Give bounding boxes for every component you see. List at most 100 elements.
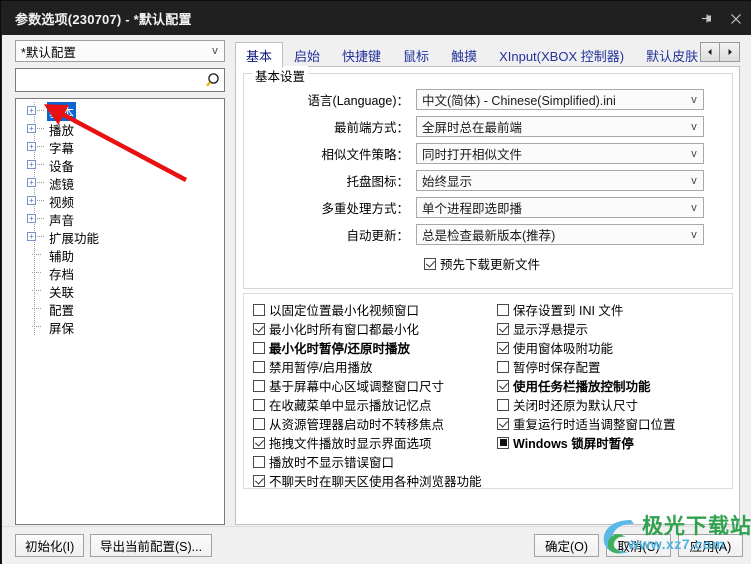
checkbox-right-1[interactable]: 显示浮悬提示: [497, 319, 588, 338]
checkbox-left-7[interactable]: 拖拽文件播放时显示界面选项: [253, 433, 432, 452]
checkbox-label: 不聊天时在聊天区使用各种浏览器功能: [269, 475, 482, 489]
checkbox-right-0[interactable]: 保存设置到 INI 文件: [497, 300, 623, 319]
tree-item-3[interactable]: + 设备: [16, 156, 224, 174]
checkbox-label: 从资源管理器启动时不转移焦点: [269, 418, 445, 432]
form-row-combobox-value: 单个进程即选即播: [422, 202, 523, 216]
tree-item-9[interactable]: 存档: [16, 264, 224, 282]
title-bar: 参数选项(230707) - *默认配置: [2, 2, 751, 35]
form-row-combobox[interactable]: 总是检查最新版本(推荐) v: [416, 224, 704, 245]
client-area: *默认配置 v + 基本 + 播放 + 字幕 + 设备 + 滤镜 + 视频 + 声音 + 扩展功能 辅助 存档 关联…: [2, 35, 751, 564]
tree-item-5[interactable]: + 视频: [16, 192, 224, 210]
tree-expand-plus-icon[interactable]: +: [27, 124, 36, 133]
tab-scroll-right-button[interactable]: [720, 43, 739, 61]
checkbox-right-3[interactable]: 暂停时保存配置: [497, 357, 601, 376]
checkbox-left-4[interactable]: 基于屏幕中心区域调整窗口尺寸: [253, 376, 444, 395]
tree-item-2[interactable]: + 字幕: [16, 138, 224, 156]
export-config-button[interactable]: 导出当前配置(S)...: [90, 534, 213, 557]
init-button[interactable]: 初始化(I): [15, 534, 85, 557]
checkbox-left-3[interactable]: 禁用暂停/启用播放: [253, 357, 372, 376]
checkbox-label: 以固定位置最小化视频窗口: [269, 304, 420, 318]
right-pane: 基本启始快捷键鼠标触摸XInput(XBOX 控制器)默认皮肤进 基本设置 语言…: [235, 40, 740, 525]
form-row-combobox[interactable]: 同时打开相似文件 v: [416, 143, 704, 164]
checkbox-left-9[interactable]: 不聊天时在聊天区使用各种浏览器功能: [253, 471, 482, 490]
checkbox-prefetch-update[interactable]: 预先下载更新文件: [424, 254, 540, 273]
checkbox-label: 保存设置到 INI 文件: [513, 304, 624, 318]
checkbox-label: 最小化时暂停/还原时播放: [269, 342, 410, 356]
tree-expand-plus-icon[interactable]: +: [27, 106, 36, 115]
checkbox-box: [253, 417, 265, 430]
tab-4[interactable]: 触摸: [440, 43, 488, 67]
tree-expand-plus-icon[interactable]: +: [27, 196, 36, 205]
tree-item-4[interactable]: + 滤镜: [16, 174, 224, 192]
tree-dash-line: [32, 272, 41, 273]
tab-5[interactable]: XInput(XBOX 控制器): [488, 43, 635, 67]
form-row-combobox[interactable]: 中文(简体) - Chinese(Simplified).ini v: [416, 89, 704, 110]
tab-3[interactable]: 鼠标: [392, 43, 440, 67]
tree-expand-plus-icon[interactable]: +: [27, 142, 36, 151]
options-checkbox-panel: 以固定位置最小化视频窗口 最小化时所有窗口都最小化最小化时暂停/还原时播放 禁用暂停…: [243, 293, 733, 489]
tree-item-label: 配置: [49, 303, 75, 318]
form-row-1: 最前端方式： 全屏时总在最前端 v: [244, 115, 732, 138]
chevron-down-icon: v: [691, 201, 697, 214]
checkbox-right-2[interactable]: 使用窗体吸附功能: [497, 338, 613, 357]
tree-connector-line: [34, 282, 35, 300]
form-row-combobox[interactable]: 单个进程即选即播 v: [416, 197, 704, 218]
profile-combobox[interactable]: *默认配置 v: [15, 40, 225, 62]
tab-2[interactable]: 快捷键: [331, 43, 392, 67]
checkbox-box: [253, 341, 265, 354]
tree-item-7[interactable]: + 扩展功能: [16, 228, 224, 246]
tree-item-0[interactable]: + 基本: [16, 101, 224, 121]
checkbox-left-1[interactable]: 最小化时所有窗口都最小化: [253, 319, 419, 338]
checkbox-label: 暂停时保存配置: [513, 361, 601, 375]
checkbox-label: Windows 锁屏时暂停: [513, 437, 634, 451]
form-row-combobox[interactable]: 全屏时总在最前端 v: [416, 116, 704, 137]
checkbox-label: 预先下载更新文件: [440, 258, 541, 272]
checkbox-left-6[interactable]: 从资源管理器启动时不转移焦点: [253, 414, 444, 433]
tab-0[interactable]: 基本: [235, 42, 284, 68]
form-row-combobox-value: 全屏时总在最前端: [422, 121, 523, 135]
apply-button[interactable]: 应用(A): [678, 534, 743, 557]
form-row-4: 多重处理方式： 单个进程即选即播 v: [244, 196, 732, 219]
basic-settings-group: 基本设置 语言(Language)： 中文(简体) - Chinese(Simpl…: [243, 66, 733, 289]
close-icon[interactable]: [721, 4, 751, 34]
tab-1[interactable]: 启始: [283, 43, 331, 67]
settings-tree[interactable]: + 基本 + 播放 + 字幕 + 设备 + 滤镜 + 视频 + 声音 + 扩展功能 辅助 存档 关联 配置 屏保: [15, 98, 225, 525]
window-title: 参数选项(230707) - *默认配置: [15, 12, 192, 27]
tab-scroll-left-button[interactable]: [701, 43, 720, 61]
form-row-combobox[interactable]: 始终显示 v: [416, 170, 704, 191]
search-input[interactable]: [16, 69, 200, 91]
tree-item-6[interactable]: + 声音: [16, 210, 224, 228]
tree-expand-plus-icon[interactable]: +: [27, 178, 36, 187]
tree-item-11[interactable]: 配置: [16, 300, 224, 318]
tree-expand-plus-icon[interactable]: +: [27, 214, 36, 223]
tree-item-1[interactable]: + 播放: [16, 120, 224, 138]
checkbox-left-5[interactable]: 在收藏菜单中显示播放记忆点: [253, 395, 432, 414]
tree-item-label: 播放: [49, 123, 75, 138]
pin-icon[interactable]: [691, 4, 721, 34]
tree-expand-plus-icon[interactable]: +: [27, 232, 36, 241]
checkbox-box: [497, 360, 509, 373]
checkbox-box: [253, 303, 265, 316]
search-icon[interactable]: [200, 69, 224, 91]
checkbox-left-2[interactable]: 最小化时暂停/还原时播放: [253, 338, 410, 357]
checkbox-right-6[interactable]: 重复运行时适当调整窗口位置: [497, 414, 676, 433]
tree-item-8[interactable]: 辅助: [16, 246, 224, 264]
search-box[interactable]: [15, 68, 225, 92]
checkbox-right-5[interactable]: 关闭时还原为默认尺寸: [497, 395, 638, 414]
tab-scroll-buttons[interactable]: [700, 42, 740, 62]
checkbox-left-0[interactable]: 以固定位置最小化视频窗口: [253, 300, 419, 319]
ok-button[interactable]: 确定(O): [534, 534, 599, 557]
checkbox-box: [497, 417, 509, 430]
tree-item-12[interactable]: 屏保: [16, 318, 224, 336]
checkbox-right-7[interactable]: Windows 锁屏时暂停: [497, 433, 634, 452]
cancel-button[interactable]: 取消(C): [606, 534, 671, 557]
tree-item-10[interactable]: 关联: [16, 282, 224, 300]
tree-connector-line: [34, 246, 35, 264]
chevron-down-icon: v: [691, 228, 697, 241]
checkbox-label: 使用任务栏播放控制功能: [513, 380, 651, 394]
tree-expand-plus-icon[interactable]: +: [27, 160, 36, 169]
checkbox-right-4[interactable]: 使用任务栏播放控制功能: [497, 376, 651, 395]
tab-6[interactable]: 默认皮肤: [635, 43, 709, 67]
checkbox-label: 播放时不显示错误窗口: [269, 456, 395, 470]
checkbox-left-8[interactable]: 播放时不显示错误窗口: [253, 452, 394, 471]
